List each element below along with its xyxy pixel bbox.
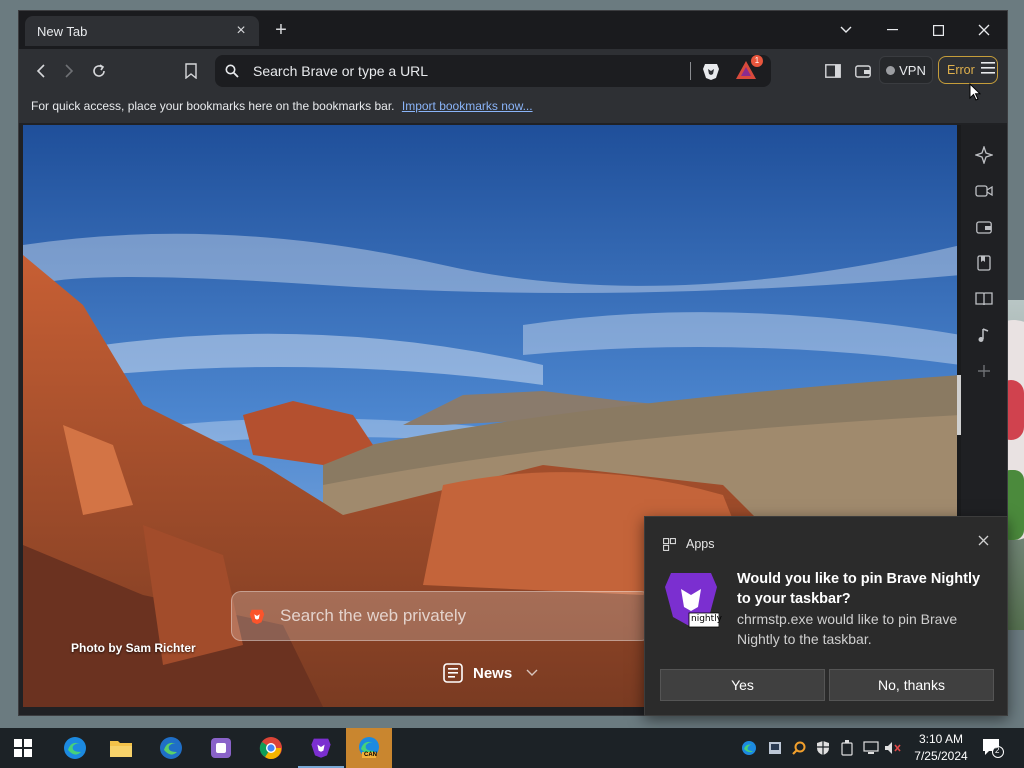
tray-volume-muted-icon[interactable] [884,739,902,757]
tray-device-icon[interactable] [838,739,856,757]
toast-app-label: Apps [686,537,715,551]
forward-icon[interactable] [57,59,81,83]
toolbar: Search Brave or type a URL 1 VPN Error [19,49,1007,93]
brave-shields-icon[interactable] [701,61,721,81]
taskbar-edge-dev[interactable] [148,728,194,768]
vpn-label: VPN [899,62,926,78]
reading-list-icon[interactable] [974,289,994,309]
address-bar-placeholder: Search Brave or type a URL [253,63,429,79]
tray-search-icon[interactable] [790,739,808,757]
back-icon[interactable] [29,59,53,83]
start-button[interactable] [0,728,46,768]
taskbar-app-purple[interactable] [198,728,244,768]
address-bar[interactable]: Search Brave or type a URL 1 [215,55,771,87]
taskbar-file-explorer[interactable] [98,728,144,768]
edge-dev-icon [160,737,182,759]
notification-center-icon[interactable]: 2 [982,738,1004,758]
no-thanks-button[interactable]: No, thanks [829,669,994,701]
app-purple-icon [211,738,231,758]
tab-title: New Tab [37,23,88,39]
clock-date: 7/25/2024 [914,749,968,763]
sidebar-toggle-icon[interactable] [821,59,845,83]
talk-icon[interactable] [974,181,994,201]
windows-logo-icon [14,739,32,757]
tab-search-chevron-icon[interactable] [823,11,869,49]
notification-count: 2 [995,746,1000,755]
maximize-button[interactable] [915,11,961,49]
vpn-status-icon [886,65,896,75]
toast-title: Would you like to pin Brave Nightly to y… [737,571,981,607]
tray-shield-icon[interactable] [814,739,832,757]
pin-to-taskbar-toast: Apps nightly Would you like to pin Brave… [644,516,1008,716]
edge-canary-label: CAN [364,752,377,758]
tab-new-tab[interactable]: New Tab × [25,16,259,46]
app-menu-error-button[interactable]: Error [938,56,998,84]
import-bookmarks-link[interactable]: Import bookmarks now... [402,99,533,113]
vpn-button[interactable]: VPN [879,56,933,84]
taskbar-clock[interactable]: 3:10 AM 7/25/2024 [906,731,976,765]
leo-icon[interactable] [974,145,994,165]
bookmarks-bar: For quick access, place your bookmarks h… [19,93,1007,123]
playlist-music-icon[interactable] [974,325,994,345]
photo-credit: Photo by Sam Richter [71,641,196,655]
news-toggle[interactable]: News [443,663,538,683]
wallet-panel-icon[interactable] [974,217,994,237]
close-window-button[interactable] [961,11,1007,49]
toast-body: chrmstp.exe would like to pin Brave Nigh… [737,611,958,647]
mouse-cursor-icon [969,83,981,101]
edge-icon [64,737,86,759]
bookmarks-bar-hint: For quick access, place your bookmarks h… [31,99,395,113]
news-label: News [473,664,513,682]
search-icon [225,64,239,78]
add-item-icon[interactable] [974,361,994,381]
apps-icon [663,537,676,551]
taskbar: CAN 3:10 AM 7/25/2024 2 [0,728,1024,768]
clock-time: 3:10 AM [918,732,964,746]
taskbar-edge-canary[interactable]: CAN [346,728,392,768]
ntp-search-box[interactable]: Search the web privately [231,591,651,641]
wallet-icon[interactable] [851,59,875,83]
bookmark-icon[interactable] [179,59,203,83]
window-controls [823,11,1007,49]
minimize-button[interactable] [869,11,915,49]
taskbar-chrome[interactable] [248,728,294,768]
toast-header: Apps [663,537,715,551]
news-icon [443,663,463,683]
omnibox-separator [690,62,691,80]
tray-app-icon[interactable] [766,739,784,757]
brave-nightly-logo: nightly [663,569,722,629]
reload-icon[interactable] [87,59,111,83]
bookmarks-panel-icon[interactable] [974,253,994,273]
rewards-badge: 1 [751,55,763,67]
tab-close-icon[interactable]: × [233,22,249,40]
chrome-icon [259,737,282,760]
tab-strip: New Tab × + [19,11,1007,49]
brave-rewards-icon[interactable]: 1 [735,55,763,82]
chevron-down-icon [526,666,538,680]
yes-button[interactable]: Yes [660,669,825,701]
taskbar-brave-nightly[interactable] [298,728,344,768]
brave-logo-icon [249,609,265,625]
folder-icon [110,741,132,757]
tray-edge-icon[interactable] [740,739,758,757]
tray-network-icon[interactable] [862,739,880,757]
toast-close-icon[interactable] [978,533,989,551]
nightly-logo-text: nightly [691,614,722,624]
brave-nightly-icon [311,738,331,758]
new-tab-button[interactable]: + [271,20,291,40]
error-label: Error [947,63,975,77]
ntp-search-placeholder: Search the web privately [280,606,467,625]
hamburger-menu-icon [980,61,995,79]
taskbar-edge[interactable] [52,728,98,768]
